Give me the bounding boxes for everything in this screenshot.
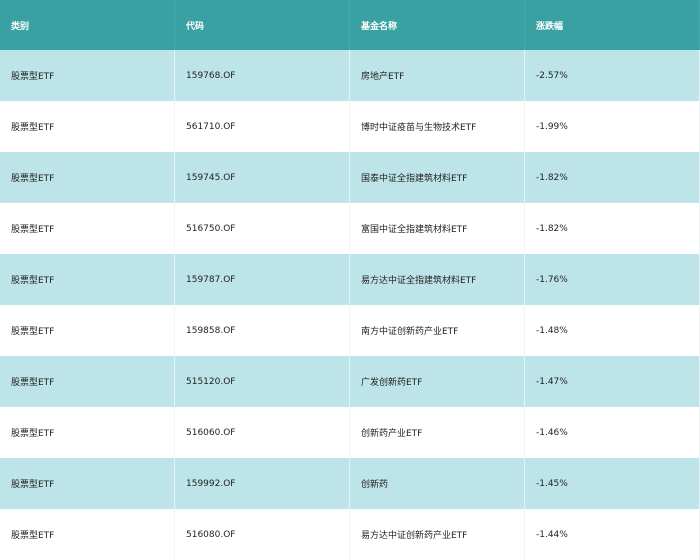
cell-change-pct: -1.48% [525,305,700,356]
table-row[interactable]: 股票型ETF 561710.OF 博时中证疫苗与生物技术ETF -1.99% [0,101,700,152]
cell-code: 516750.OF [175,203,350,254]
table-row[interactable]: 股票型ETF 159858.OF 南方中证创新药产业ETF -1.48% [0,305,700,356]
cell-code: 515120.OF [175,356,350,407]
cell-code: 561710.OF [175,101,350,152]
column-header-category[interactable]: 类别 [0,0,175,50]
cell-code: 159787.OF [175,254,350,305]
cell-code: 159858.OF [175,305,350,356]
cell-category: 股票型ETF [0,203,175,254]
cell-category: 股票型ETF [0,254,175,305]
cell-fund-name: 易方达中证创新药产业ETF [350,509,525,560]
cell-change-pct: -1.46% [525,407,700,458]
cell-code: 159768.OF [175,50,350,101]
cell-fund-name: 易方达中证全指建筑材料ETF [350,254,525,305]
cell-fund-name: 国泰中证全指建筑材料ETF [350,152,525,203]
cell-change-pct: -1.82% [525,203,700,254]
table-row[interactable]: 股票型ETF 159787.OF 易方达中证全指建筑材料ETF -1.76% [0,254,700,305]
column-header-code[interactable]: 代码 [175,0,350,50]
cell-category: 股票型ETF [0,305,175,356]
cell-category: 股票型ETF [0,407,175,458]
table-row[interactable]: 股票型ETF 159745.OF 国泰中证全指建筑材料ETF -1.82% [0,152,700,203]
cell-code: 516060.OF [175,407,350,458]
cell-change-pct: -1.76% [525,254,700,305]
column-header-change-pct[interactable]: 涨跌幅 [525,0,700,50]
cell-change-pct: -1.82% [525,152,700,203]
cell-fund-name: 南方中证创新药产业ETF [350,305,525,356]
cell-fund-name: 广发创新药ETF [350,356,525,407]
cell-category: 股票型ETF [0,50,175,101]
cell-change-pct: -1.47% [525,356,700,407]
cell-category: 股票型ETF [0,356,175,407]
cell-code: 516080.OF [175,509,350,560]
cell-change-pct: -1.45% [525,458,700,509]
table-row[interactable]: 股票型ETF 516750.OF 富国中证全指建筑材料ETF -1.82% [0,203,700,254]
cell-change-pct: -2.57% [525,50,700,101]
cell-code: 159992.OF [175,458,350,509]
cell-change-pct: -1.99% [525,101,700,152]
cell-category: 股票型ETF [0,101,175,152]
table-row[interactable]: 股票型ETF 516080.OF 易方达中证创新药产业ETF -1.44% [0,509,700,560]
cell-code: 159745.OF [175,152,350,203]
cell-fund-name: 房地产ETF [350,50,525,101]
table-row[interactable]: 股票型ETF 159768.OF 房地产ETF -2.57% [0,50,700,101]
table-row[interactable]: 股票型ETF 159992.OF 创新药 -1.45% [0,458,700,509]
cell-category: 股票型ETF [0,509,175,560]
cell-fund-name: 博时中证疫苗与生物技术ETF [350,101,525,152]
cell-fund-name: 创新药产业ETF [350,407,525,458]
cell-fund-name: 创新药 [350,458,525,509]
column-header-fund-name[interactable]: 基金名称 [350,0,525,50]
table-row[interactable]: 股票型ETF 516060.OF 创新药产业ETF -1.46% [0,407,700,458]
fund-table: 类别 代码 基金名称 涨跌幅 股票型ETF 159768.OF 房地产ETF -… [0,0,700,560]
cell-category: 股票型ETF [0,458,175,509]
table-row[interactable]: 股票型ETF 515120.OF 广发创新药ETF -1.47% [0,356,700,407]
cell-fund-name: 富国中证全指建筑材料ETF [350,203,525,254]
cell-category: 股票型ETF [0,152,175,203]
table-header-row: 类别 代码 基金名称 涨跌幅 [0,0,700,50]
cell-change-pct: -1.44% [525,509,700,560]
